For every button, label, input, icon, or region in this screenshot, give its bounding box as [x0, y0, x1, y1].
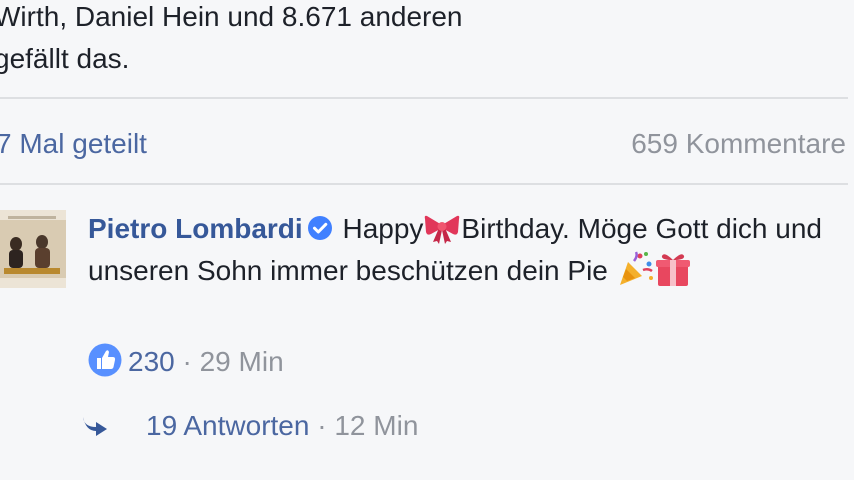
- reply-arrow-icon: [83, 417, 107, 436]
- verified-badge-icon: [307, 216, 332, 240]
- divider: [0, 183, 848, 185]
- comment-timestamp[interactable]: 29 Min: [200, 346, 284, 377]
- shares-link[interactable]: 7 Mal geteilt: [0, 124, 147, 164]
- ribbon-emoji-icon: [425, 215, 460, 244]
- comment-meta: 230 · 29 Min: [88, 342, 284, 382]
- gift-emoji-icon: [655, 254, 690, 286]
- commenter-avatar[interactable]: [0, 210, 66, 288]
- reactions-summary[interactable]: Wirth, Daniel Hein und 8.671 anderen gef…: [0, 0, 694, 80]
- like-reaction-icon[interactable]: [88, 343, 122, 377]
- comment-like-count[interactable]: 230: [128, 346, 175, 377]
- comments-count-link[interactable]: 659 Kommentare: [631, 124, 846, 164]
- replies-timestamp: 12 Min: [334, 410, 419, 441]
- replies-separator: ·: [309, 410, 335, 441]
- meta-separator: ·: [174, 346, 200, 377]
- replies-link[interactable]: 19 Antworten: [146, 410, 309, 441]
- comment-author-link[interactable]: Pietro Lombardi: [88, 213, 303, 244]
- likes-suffix-line: gefällt das.: [0, 43, 130, 74]
- facebook-post-comments: Wirth, Daniel Hein und 8.671 anderen gef…: [0, 0, 854, 480]
- divider: [0, 97, 848, 99]
- comment-text-start: Happy: [342, 213, 424, 244]
- party-popper-emoji-icon: [619, 251, 653, 285]
- likes-names-line[interactable]: Wirth, Daniel Hein und 8.671 anderen: [0, 1, 463, 32]
- replies-row[interactable]: 19 Antworten · 12 Min: [80, 406, 418, 446]
- comment-body: Pietro Lombardi Happy Birthday. Möge Got…: [88, 208, 828, 292]
- profile-photo-icon: [0, 210, 66, 288]
